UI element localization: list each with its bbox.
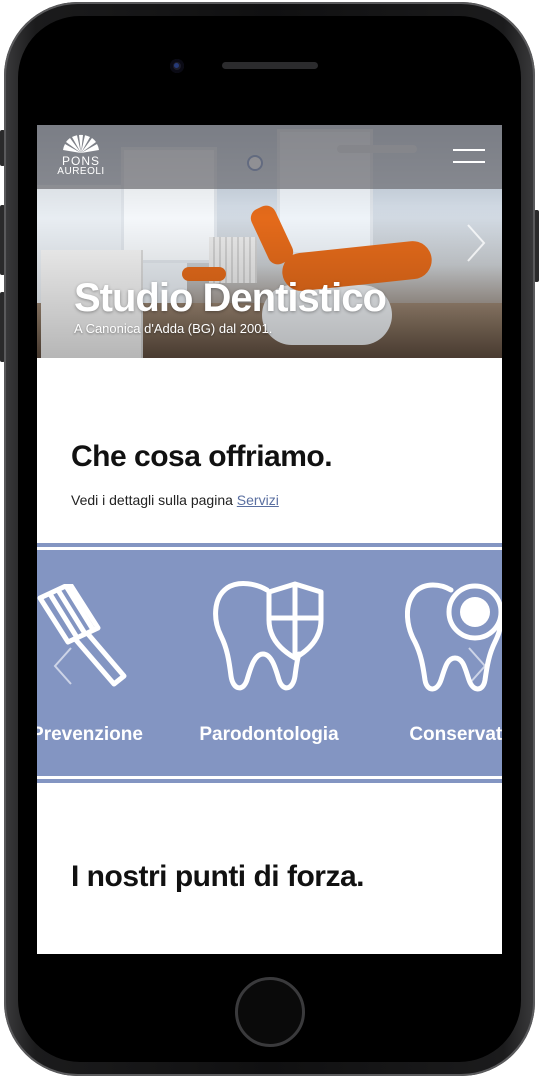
- hero-title: Studio Dentistico: [74, 276, 387, 320]
- service-label-prevenzione: Prevenzione: [37, 724, 143, 745]
- hamburger-menu-icon[interactable]: [453, 149, 485, 165]
- service-label-conservativa: Conservativa: [409, 724, 502, 745]
- offer-heading: Che cosa offriamo.: [71, 440, 333, 473]
- service-label-parodontologia: Parodontologia: [199, 724, 339, 745]
- services-link[interactable]: Servizi: [237, 492, 279, 508]
- logo-line-2: AUREOLI: [57, 166, 105, 177]
- menu-bar-top: [453, 149, 485, 151]
- services-track: Prevenzione Parodontologia Conservat: [37, 554, 502, 772]
- tooth-shield-icon: [213, 581, 324, 691]
- sun-logo-icon: [63, 134, 99, 153]
- home-button[interactable]: [235, 977, 305, 1047]
- chevron-right-icon[interactable]: [465, 646, 489, 686]
- earpiece-speaker: [222, 62, 318, 69]
- services-carousel: Prevenzione Parodontologia Conservat: [37, 547, 502, 779]
- menu-bar-bottom: [453, 161, 485, 163]
- hero-subtitle: A Canonica d'Adda (BG) dal 2001.: [74, 321, 273, 336]
- service-card-parodontologia[interactable]: Parodontologia: [179, 554, 359, 772]
- phone-screen: PONS AUREOLI Studio Dentistico A Canonic…: [37, 125, 502, 954]
- site-header: PONS AUREOLI: [37, 125, 502, 189]
- hero-banner: PONS AUREOLI Studio Dentistico A Canonic…: [37, 125, 502, 358]
- offer-text: Vedi i dettagli sulla pagina Servizi: [71, 492, 279, 508]
- chevron-left-icon[interactable]: [51, 646, 75, 686]
- front-camera: [170, 59, 184, 73]
- offer-text-label: Vedi i dettagli sulla pagina: [71, 492, 233, 508]
- chevron-right-icon[interactable]: [465, 223, 487, 263]
- site-logo[interactable]: PONS AUREOLI: [53, 134, 109, 182]
- strengths-heading: I nostri punti di forza.: [71, 860, 364, 893]
